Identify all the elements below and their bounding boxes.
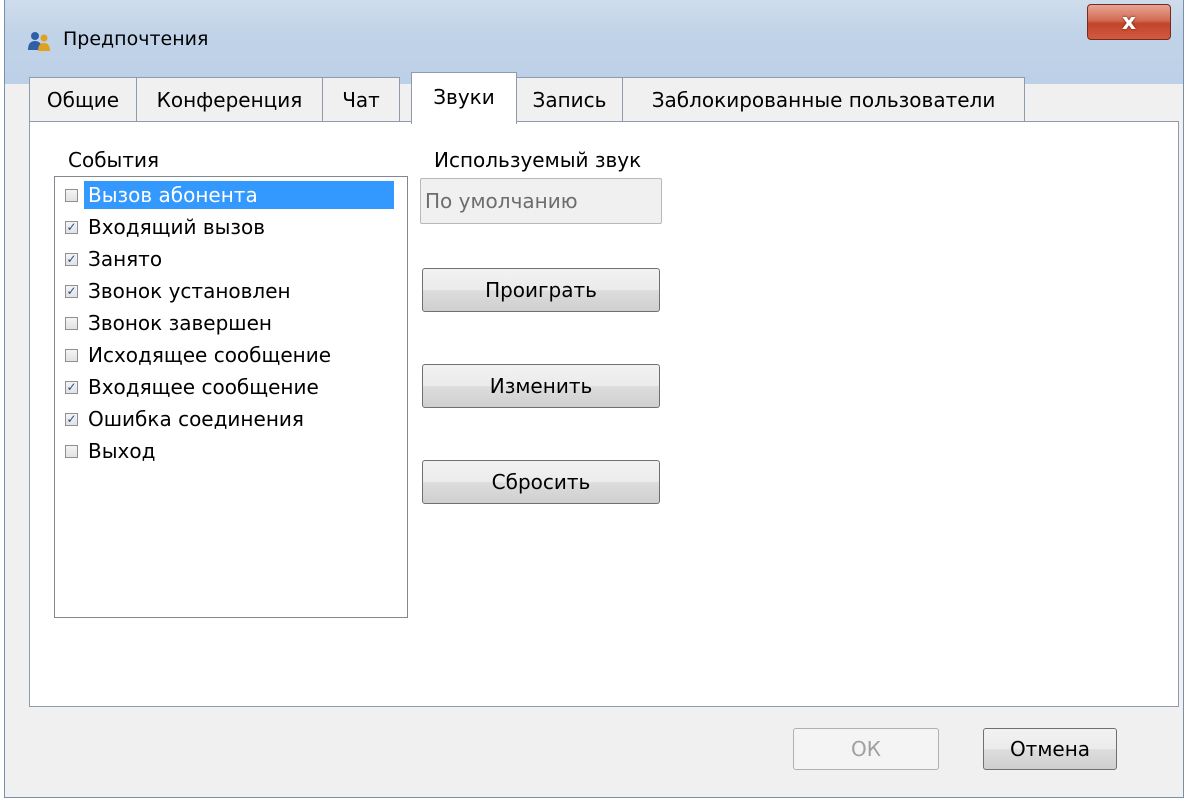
cancel-button[interactable]: Отмена [983,728,1117,770]
tab-recording[interactable]: Запись [516,77,623,121]
close-icon: x [1121,9,1137,35]
events-list[interactable]: Вызов абонента ✓ Входящий вызов ✓ Занято… [54,176,408,618]
checkbox-checked[interactable]: ✓ [65,380,78,394]
event-label: Выход [88,439,156,463]
checkbox-checked[interactable]: ✓ [65,220,78,234]
event-label: Вызов абонента [84,181,394,209]
users-icon [27,30,51,52]
event-item[interactable]: ✓ Занято [65,244,405,274]
event-item[interactable]: ✓ Звонок установлен [65,276,405,306]
checkbox-checked[interactable]: ✓ [65,412,78,426]
event-label: Исходящее сообщение [88,343,332,367]
sounds-panel: События Используемый звук Вызов абонента… [29,121,1179,707]
checkbox-checked[interactable]: ✓ [65,284,78,298]
event-item[interactable]: ✓ Входящий вызов [65,212,405,242]
tab-general[interactable]: Общие [29,77,137,121]
events-label: События [68,148,160,172]
close-button[interactable]: x [1087,4,1171,40]
event-item[interactable]: Вызов абонента [65,180,405,210]
checkbox[interactable] [65,316,78,330]
sound-field: По умолчанию [420,178,662,224]
checkbox[interactable] [65,444,78,458]
tab-bar: Общие Конференция Чат Звуки Запись Забло… [29,72,1179,124]
event-label: Звонок завершен [88,311,272,335]
ok-button[interactable]: ОК [793,728,939,770]
play-button[interactable]: Проиграть [422,268,660,312]
checkbox-checked[interactable]: ✓ [65,252,78,266]
reset-button[interactable]: Сбросить [422,460,660,504]
event-label: Занято [88,247,163,271]
event-item[interactable]: ✓ Ошибка соединения [65,404,405,434]
change-button[interactable]: Изменить [422,364,660,408]
event-label: Входящее сообщение [88,375,319,399]
event-item[interactable]: ✓ Входящее сообщение [65,372,405,402]
window-title: Предпочтения [63,28,209,50]
event-label: Входящий вызов [88,215,266,239]
event-item[interactable]: Исходящее сообщение [65,340,405,370]
sound-label: Используемый звук [434,148,642,172]
checkbox[interactable] [65,348,78,362]
tab-chat[interactable]: Чат [322,77,400,121]
tab-conference[interactable]: Конференция [136,77,323,121]
preferences-window: Предпочтения x Общие Конференция Чат Зву… [4,0,1184,798]
tab-sounds[interactable]: Звуки [411,72,517,124]
tab-blocked-users[interactable]: Заблокированные пользователи [622,77,1025,121]
event-item[interactable]: Выход [65,436,405,466]
event-label: Звонок установлен [88,279,291,303]
checkbox[interactable] [65,188,78,202]
event-item[interactable]: Звонок завершен [65,308,405,338]
event-label: Ошибка соединения [88,407,304,431]
